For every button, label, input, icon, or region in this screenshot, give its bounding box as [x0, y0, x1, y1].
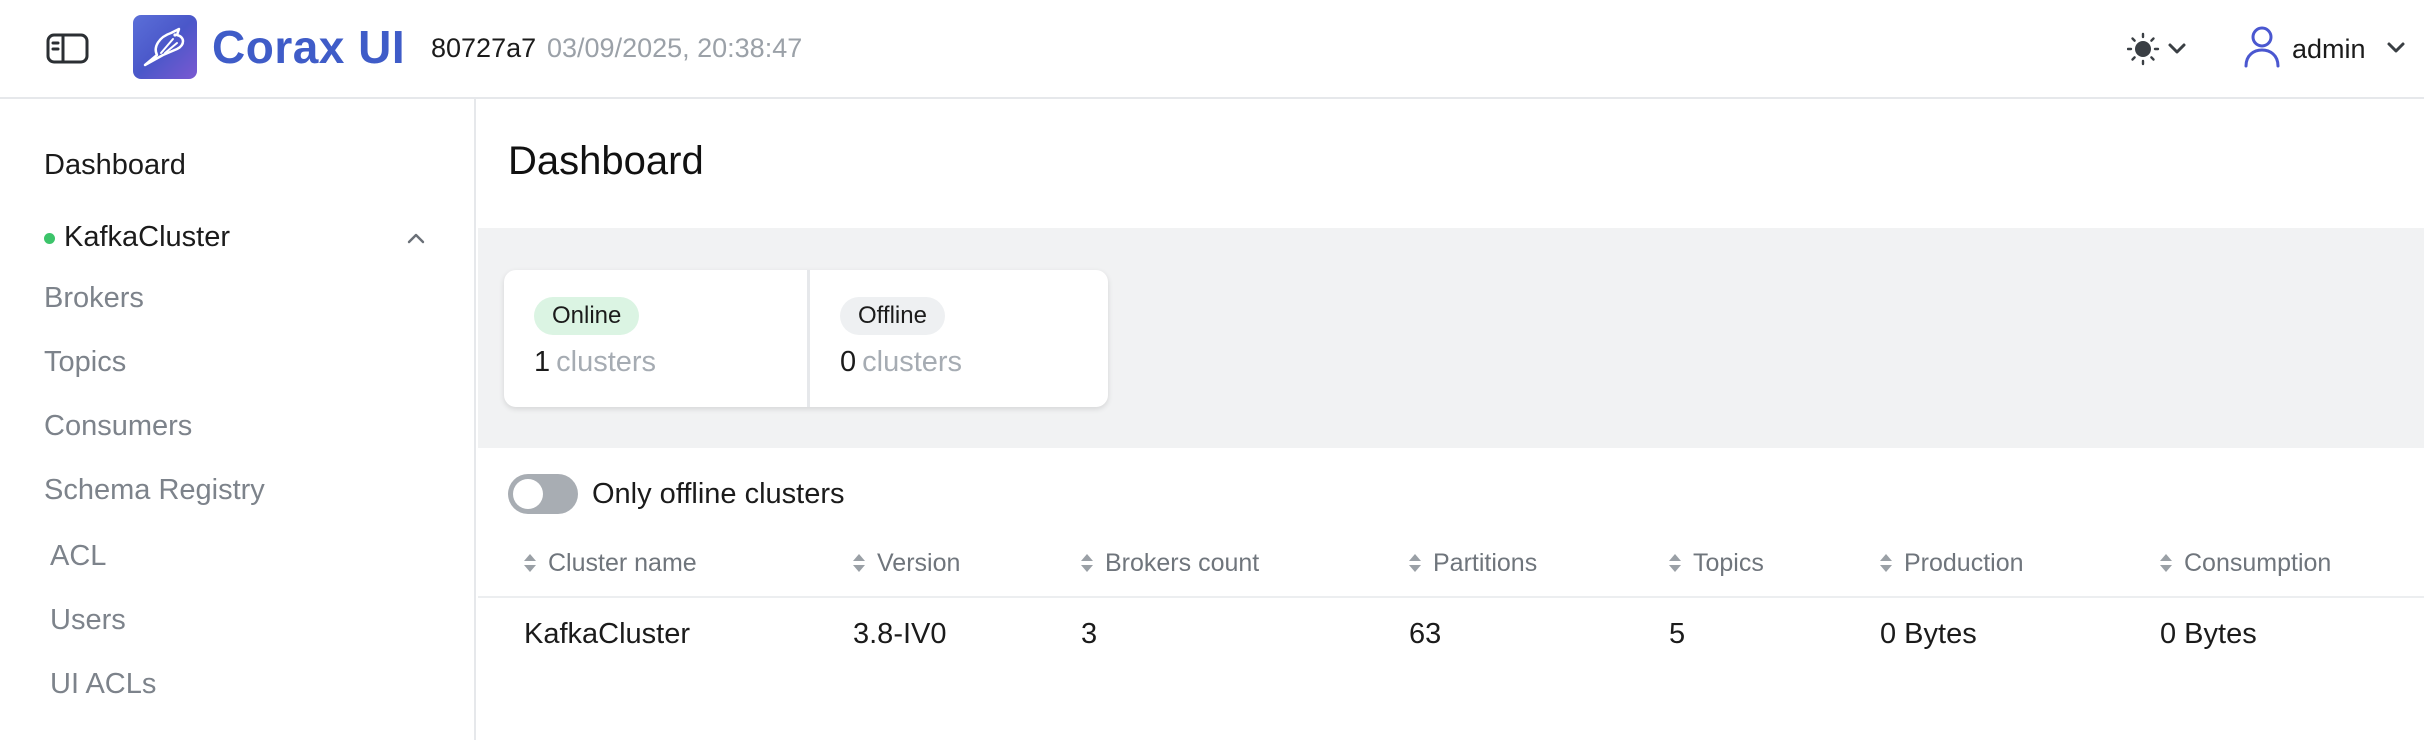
online-stat: Online 1 clusters	[504, 270, 805, 407]
sidebar: Dashboard KafkaCluster Brokers Topics Co…	[0, 99, 476, 740]
offline-badge: Offline	[840, 297, 945, 335]
offline-count-unit: clusters	[862, 346, 963, 378]
user-icon	[2244, 26, 2280, 68]
user-name: admin	[2292, 34, 2366, 64]
toggle-knob	[513, 479, 543, 509]
brand-title[interactable]: Corax UI	[212, 20, 405, 74]
clusters-table: Cluster name Version Brokers count Parti…	[478, 531, 2424, 672]
offline-stat: Offline 0 clusters	[807, 270, 1108, 407]
table-header: Cluster name Version Brokers count Parti…	[478, 531, 2424, 598]
cell-brokers-count: 3	[1081, 618, 1098, 650]
sort-icon	[853, 554, 865, 572]
column-header-partitions[interactable]: Partitions	[1407, 549, 1537, 578]
status-dot-online	[44, 233, 55, 244]
table-row[interactable]: KafkaCluster 3.8-IV0 3 63 5 0 Bytes 0 By…	[478, 598, 2424, 672]
user-menu[interactable]: admin	[2242, 24, 2406, 74]
sort-icon	[1880, 554, 1892, 572]
sort-icon	[2160, 554, 2172, 572]
sidebar-item-schema-registry[interactable]: Schema Registry	[44, 474, 265, 507]
cell-cluster-name[interactable]: KafkaCluster	[524, 618, 690, 651]
column-header-topics[interactable]: Topics	[1667, 549, 1764, 578]
offline-count-number: 0	[840, 346, 857, 378]
chevron-down-icon	[2387, 42, 2405, 53]
version-hash: 80727a7	[431, 33, 537, 63]
sidebar-toggle-icon[interactable]	[46, 33, 89, 64]
online-count-unit: clusters	[556, 346, 657, 378]
cell-consumption: 0 Bytes	[2160, 618, 2257, 650]
offline-clusters-toggle[interactable]	[508, 474, 578, 514]
sort-icon	[1409, 554, 1421, 572]
cell-topics: 5	[1669, 618, 1686, 650]
cell-production: 0 Bytes	[1880, 618, 1977, 650]
sort-icon	[1669, 554, 1681, 572]
column-header-cluster-name[interactable]: Cluster name	[522, 549, 697, 578]
offline-clusters-toggle-label[interactable]: Only offline clusters	[592, 478, 845, 511]
sidebar-item-topics[interactable]: Topics	[44, 346, 126, 379]
sidebar-cluster-name: KafkaCluster	[64, 221, 231, 253]
chevron-up-icon	[407, 233, 425, 244]
column-header-version[interactable]: Version	[851, 549, 960, 578]
sidebar-item-ui-acls[interactable]: UI ACLs	[50, 668, 156, 701]
top-header: Corax UI 80727a7 03/09/2025, 20:38:47 ad…	[0, 0, 2424, 99]
online-count-number: 1	[534, 346, 551, 378]
cluster-stats-card: Online 1 clusters Offline 0 clusters	[504, 270, 1108, 407]
offline-count: 0 clusters	[840, 346, 962, 379]
cell-partitions: 63	[1409, 618, 1442, 650]
online-count: 1 clusters	[534, 346, 656, 379]
cell-version: 3.8-IV0	[853, 618, 947, 650]
version-date: 03/09/2025, 20:38:47	[547, 33, 803, 63]
stats-section: Online 1 clusters Offline 0 clusters	[478, 228, 2424, 448]
sidebar-item-dashboard[interactable]: Dashboard	[44, 149, 186, 182]
sidebar-item-users[interactable]: Users	[50, 604, 126, 637]
sidebar-item-brokers[interactable]: Brokers	[44, 282, 144, 315]
online-badge: Online	[534, 297, 640, 335]
column-header-brokers-count[interactable]: Brokers count	[1079, 549, 1259, 578]
column-header-consumption[interactable]: Consumption	[2158, 549, 2331, 578]
sort-icon	[524, 554, 536, 572]
sort-icon	[1081, 554, 1093, 572]
main-content: Dashboard Online 1 clusters Offline 0 clus…	[478, 99, 2424, 740]
bird-logo-icon[interactable]	[133, 15, 197, 79]
page-title: Dashboard	[508, 139, 704, 183]
sidebar-cluster-kafkacluster[interactable]: KafkaCluster	[44, 219, 434, 259]
sun-icon	[2126, 32, 2186, 66]
sidebar-item-consumers[interactable]: Consumers	[44, 410, 192, 443]
sidebar-item-acl[interactable]: ACL	[50, 540, 106, 573]
theme-switcher[interactable]	[2126, 30, 2193, 70]
column-header-production[interactable]: Production	[1878, 549, 2024, 578]
